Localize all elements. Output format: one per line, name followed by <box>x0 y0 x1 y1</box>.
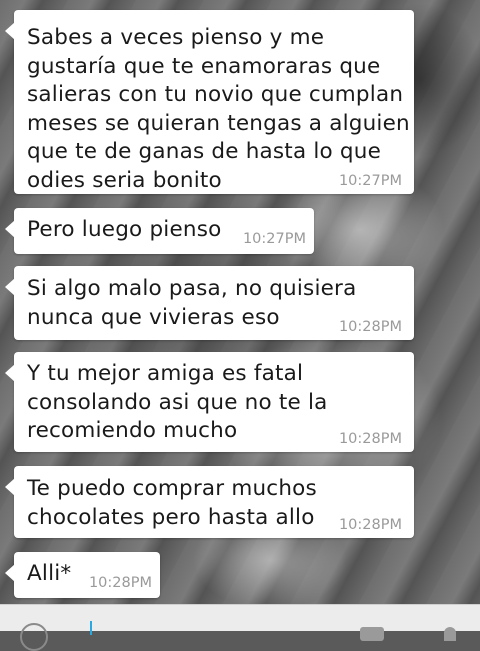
message-input[interactable] <box>70 615 330 635</box>
message-timestamp: 10:27PM <box>242 231 306 247</box>
camera-icon[interactable] <box>356 623 386 641</box>
message-timestamp: 10:28PM <box>88 575 152 591</box>
message-bubble[interactable]: Y tu mejor amiga es fatal consolando asi… <box>5 352 414 452</box>
message-bubble[interactable]: Si algo malo pasa, no quisiera nunca que… <box>5 266 414 340</box>
text-cursor <box>90 621 92 635</box>
message-timestamp: 10:27PM <box>338 173 402 189</box>
message-bubble[interactable]: Te puedo comprar muchos chocolates pero … <box>5 466 414 538</box>
message-text: Pero luego pienso <box>27 217 222 242</box>
message-text: Sabes a veces pienso y me gustaría que t… <box>27 25 410 193</box>
message-timestamp: 10:28PM <box>338 431 402 447</box>
message-bubble[interactable]: Pero luego pienso 10:27PM <box>5 208 314 254</box>
message-input-bar <box>0 604 480 651</box>
microphone-icon[interactable] <box>438 623 462 641</box>
smiley-icon[interactable] <box>20 623 48 651</box>
message-timestamp: 10:28PM <box>338 319 402 335</box>
message-bubble[interactable]: Alli* 10:28PM <box>5 552 160 598</box>
message-text: Alli* <box>27 561 72 586</box>
message-timestamp: 10:28PM <box>338 517 402 533</box>
message-bubble[interactable]: Sabes a veces pienso y me gustaría que t… <box>5 10 414 194</box>
